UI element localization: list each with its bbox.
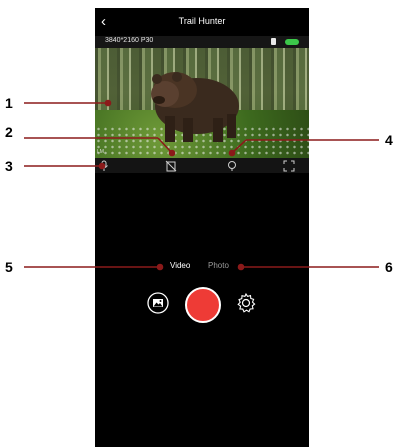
callout-3: 3: [5, 158, 13, 174]
callout-2: 2: [5, 124, 13, 140]
callout-1: 1: [5, 95, 13, 111]
callout-6: 6: [385, 259, 393, 275]
callout-lines: [24, 99, 379, 271]
callout-5: 5: [5, 259, 13, 275]
callout-4: 4: [385, 132, 393, 148]
